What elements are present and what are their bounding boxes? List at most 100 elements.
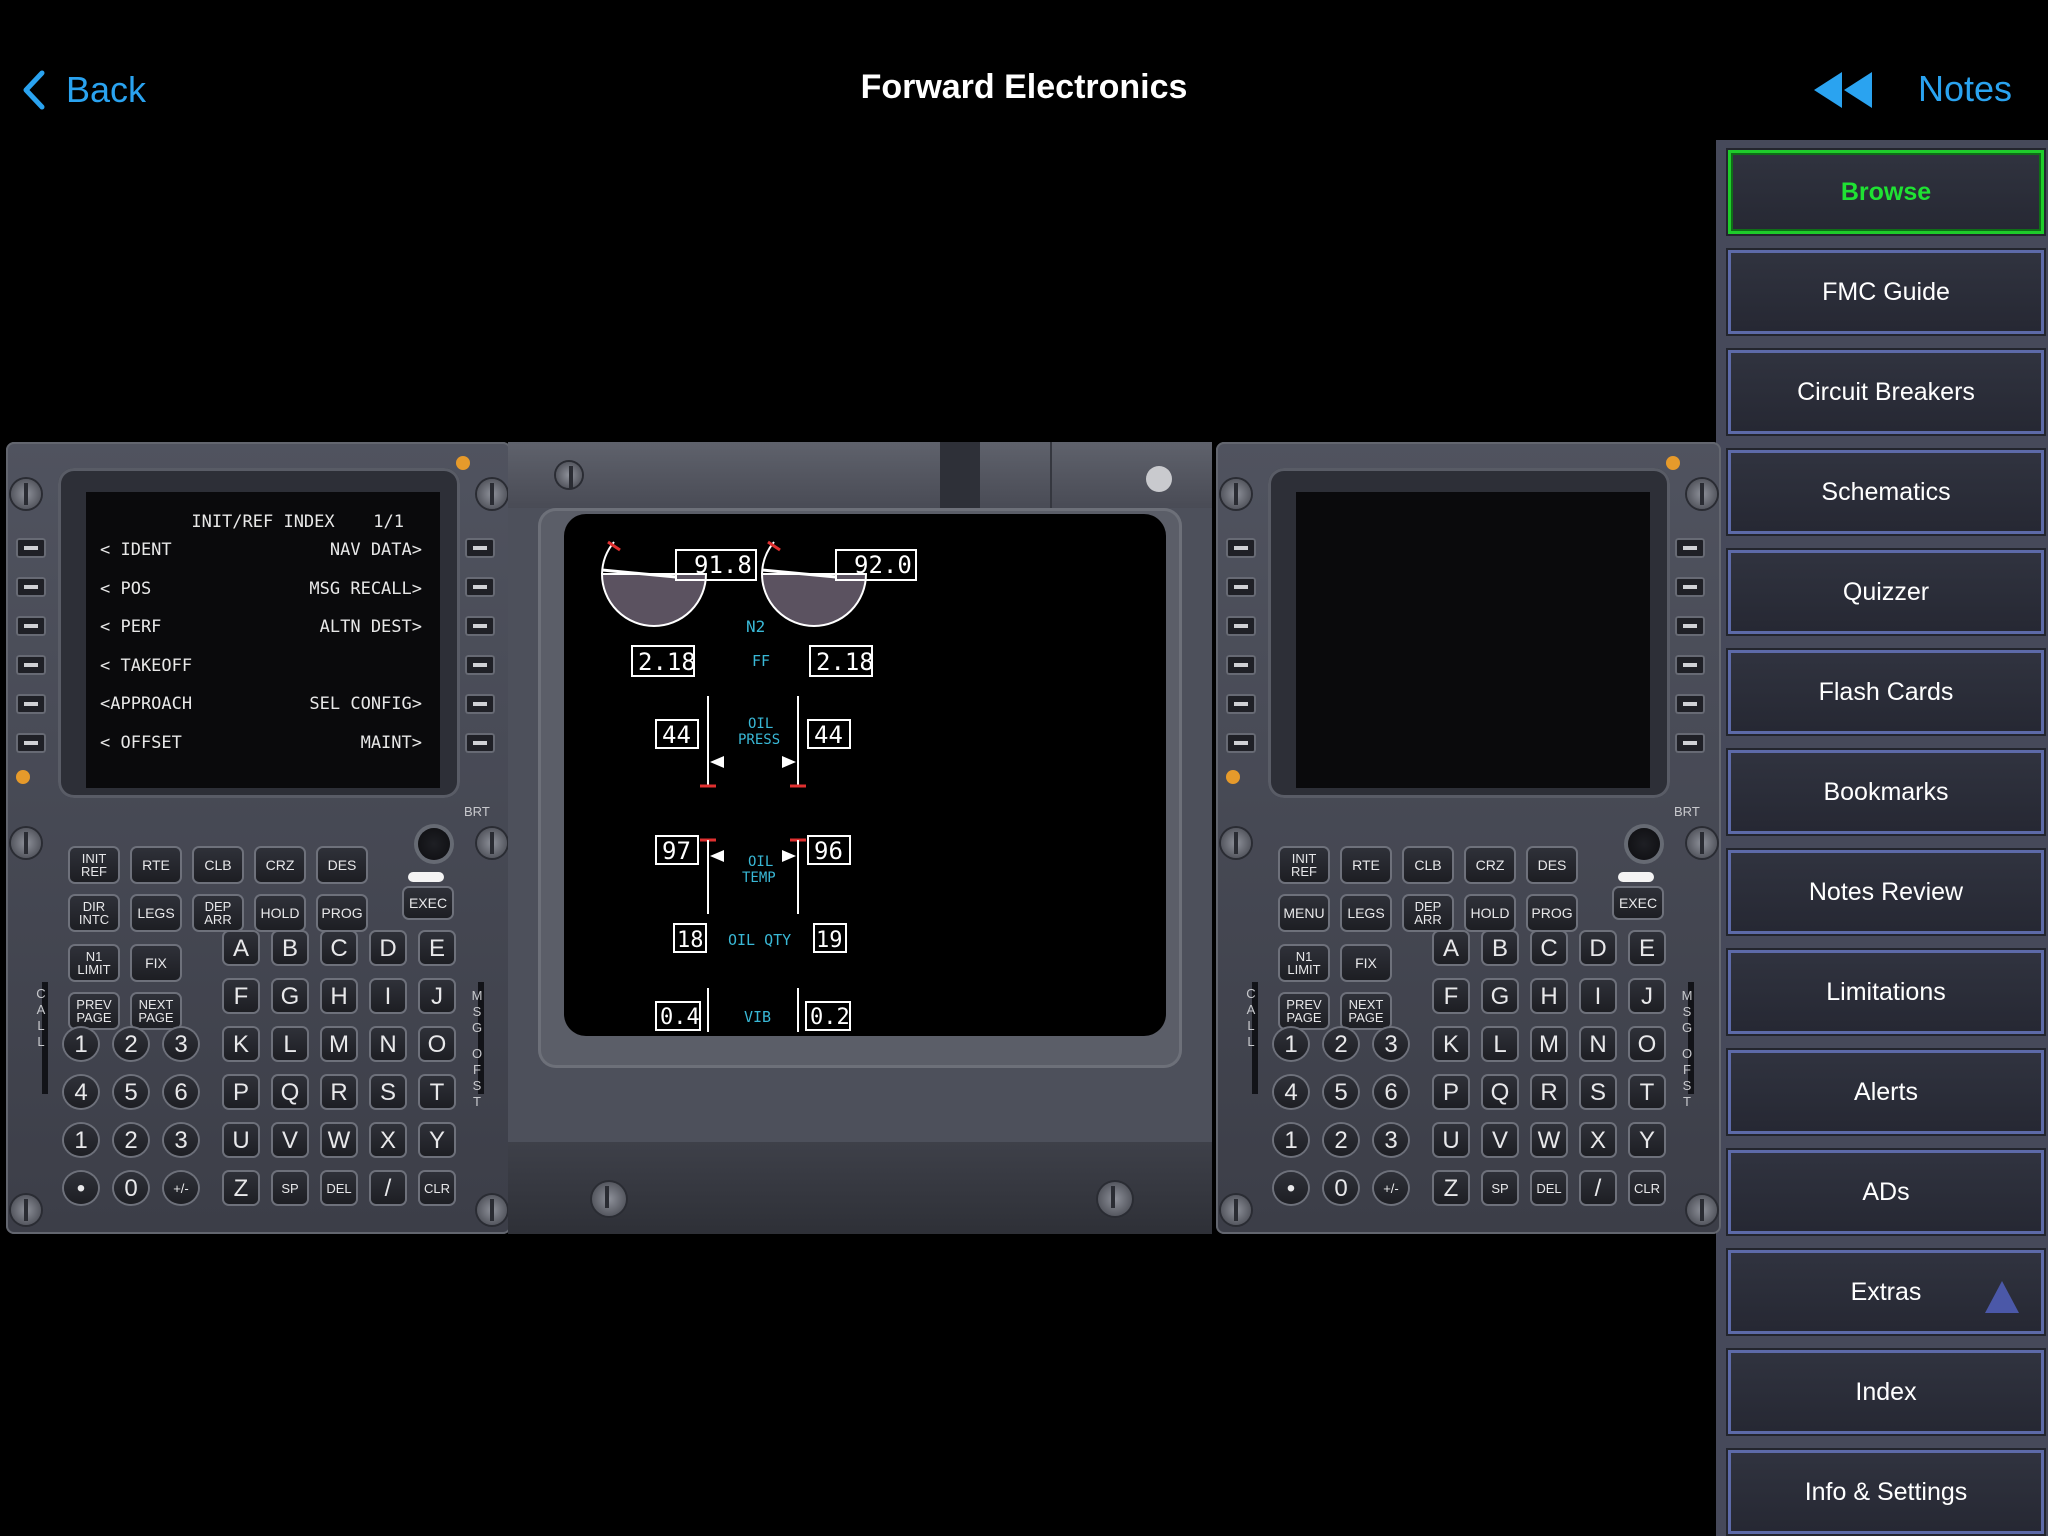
num-key[interactable]: 2 [114,1028,148,1060]
fmc-key-init-ref[interactable]: INIT REF [1280,848,1328,882]
line-select-key-right[interactable] [1675,733,1705,753]
line-select-key-right[interactable] [1675,577,1705,597]
fmc-key-legs[interactable]: LEGS [1342,896,1390,930]
exec-button[interactable]: EXEC [404,888,452,918]
num-key[interactable]: 1 [64,1124,98,1156]
fmc-key-legs[interactable]: LEGS [132,896,180,930]
alpha-key-del[interactable]: DEL [1532,1172,1566,1204]
num-key[interactable]: 4 [1274,1076,1308,1108]
fmc-key-n1-limit[interactable]: N1 LIMIT [70,946,118,980]
fmc-key-des[interactable]: DES [1528,848,1576,882]
num-key[interactable]: • [1274,1172,1308,1204]
exec-button[interactable]: EXEC [1614,888,1662,918]
alpha-key-f[interactable]: F [224,980,258,1012]
sidebar-item-quizzer[interactable]: Quizzer [1726,548,2046,636]
num-key[interactable]: 3 [164,1028,198,1060]
num-key[interactable]: +/- [1374,1172,1408,1204]
line-select-key-right[interactable] [465,577,495,597]
fmc-key-next-page[interactable]: NEXT PAGE [1342,994,1390,1028]
alpha-key-c[interactable]: C [1532,932,1566,964]
line-select-key-right[interactable] [465,694,495,714]
alpha-key-sp[interactable]: SP [273,1172,307,1204]
brightness-knob[interactable] [418,828,450,860]
line-select-key-left[interactable] [1226,616,1256,636]
num-key[interactable]: 2 [114,1124,148,1156]
alpha-key-t[interactable]: T [420,1076,454,1108]
fmc-key-clb[interactable]: CLB [1404,848,1452,882]
alpha-key-g[interactable]: G [1483,980,1517,1012]
alpha-key-clr[interactable]: CLR [420,1172,454,1204]
sidebar-item-limitations[interactable]: Limitations [1726,948,2046,1036]
line-select-key-left[interactable] [1226,577,1256,597]
num-key[interactable]: 2 [1324,1028,1358,1060]
num-key[interactable]: 6 [1374,1076,1408,1108]
sidebar-item-browse[interactable]: Browse [1726,148,2046,236]
num-key[interactable]: 3 [1374,1028,1408,1060]
alpha-key-y[interactable]: Y [420,1124,454,1156]
notes-button[interactable]: Notes [1918,68,2012,110]
alpha-key-c[interactable]: C [322,932,356,964]
num-key[interactable]: 3 [164,1124,198,1156]
num-key[interactable]: 5 [1324,1076,1358,1108]
alpha-key-x[interactable]: X [1581,1124,1615,1156]
alpha-key-l[interactable]: L [1483,1028,1517,1060]
alpha-key-p[interactable]: P [224,1076,258,1108]
alpha-key-h[interactable]: H [322,980,356,1012]
alpha-key-a[interactable]: A [224,932,258,964]
sidebar-item-ads[interactable]: ADs [1726,1148,2046,1236]
rewind-button[interactable] [1812,70,1874,115]
line-select-key-right[interactable] [1675,655,1705,675]
alpha-key-u[interactable]: U [1434,1124,1468,1156]
fmc-key-rte[interactable]: RTE [1342,848,1390,882]
fmc-key-hold[interactable]: HOLD [256,896,304,930]
sidebar-item-info-settings[interactable]: Info & Settings [1726,1448,2046,1536]
num-key[interactable]: 5 [114,1076,148,1108]
num-key[interactable]: +/- [164,1172,198,1204]
line-select-key-left[interactable] [1226,538,1256,558]
alpha-key-r[interactable]: R [1532,1076,1566,1108]
alpha-key-k[interactable]: K [1434,1028,1468,1060]
num-key[interactable]: 1 [1274,1124,1308,1156]
num-key[interactable]: • [64,1172,98,1204]
alpha-key-p[interactable]: P [1434,1076,1468,1108]
alpha-key-slash[interactable]: / [371,1172,405,1204]
alpha-key-o[interactable]: O [420,1028,454,1060]
alpha-key-w[interactable]: W [322,1124,356,1156]
line-select-key-right[interactable] [465,538,495,558]
line-select-key-left[interactable] [16,694,46,714]
num-key[interactable]: 0 [1324,1172,1358,1204]
alpha-key-n[interactable]: N [371,1028,405,1060]
alpha-key-i[interactable]: I [1581,980,1615,1012]
fmc-key-fix[interactable]: FIX [1342,946,1390,980]
alpha-key-b[interactable]: B [273,932,307,964]
fmc-key-prev-page[interactable]: PREV PAGE [70,994,118,1028]
line-select-key-left[interactable] [1226,694,1256,714]
alpha-key-d[interactable]: D [371,932,405,964]
alpha-key-l[interactable]: L [273,1028,307,1060]
alpha-key-j[interactable]: J [1630,980,1664,1012]
alpha-key-n[interactable]: N [1581,1028,1615,1060]
sidebar-item-circuit-breakers[interactable]: Circuit Breakers [1726,348,2046,436]
alpha-key-i[interactable]: I [371,980,405,1012]
line-select-key-right[interactable] [465,733,495,753]
alpha-key-clr[interactable]: CLR [1630,1172,1664,1204]
num-key[interactable]: 2 [1324,1124,1358,1156]
fmc-key-prog[interactable]: PROG [1528,896,1576,930]
alpha-key-u[interactable]: U [224,1124,258,1156]
alpha-key-o[interactable]: O [1630,1028,1664,1060]
alpha-key-s[interactable]: S [1581,1076,1615,1108]
alpha-key-a[interactable]: A [1434,932,1468,964]
alpha-key-v[interactable]: V [1483,1124,1517,1156]
alpha-key-j[interactable]: J [420,980,454,1012]
alpha-key-v[interactable]: V [273,1124,307,1156]
sidebar-item-extras[interactable]: Extras [1726,1248,2046,1336]
fmc-key-clb[interactable]: CLB [194,848,242,882]
alpha-key-r[interactable]: R [322,1076,356,1108]
alpha-key-k[interactable]: K [224,1028,258,1060]
sidebar-item-schematics[interactable]: Schematics [1726,448,2046,536]
line-select-key-left[interactable] [1226,733,1256,753]
fmc-key-next-page[interactable]: NEXT PAGE [132,994,180,1028]
fmc-key-init-ref[interactable]: INIT REF [70,848,118,882]
alpha-key-q[interactable]: Q [273,1076,307,1108]
alpha-key-z[interactable]: Z [224,1172,258,1204]
